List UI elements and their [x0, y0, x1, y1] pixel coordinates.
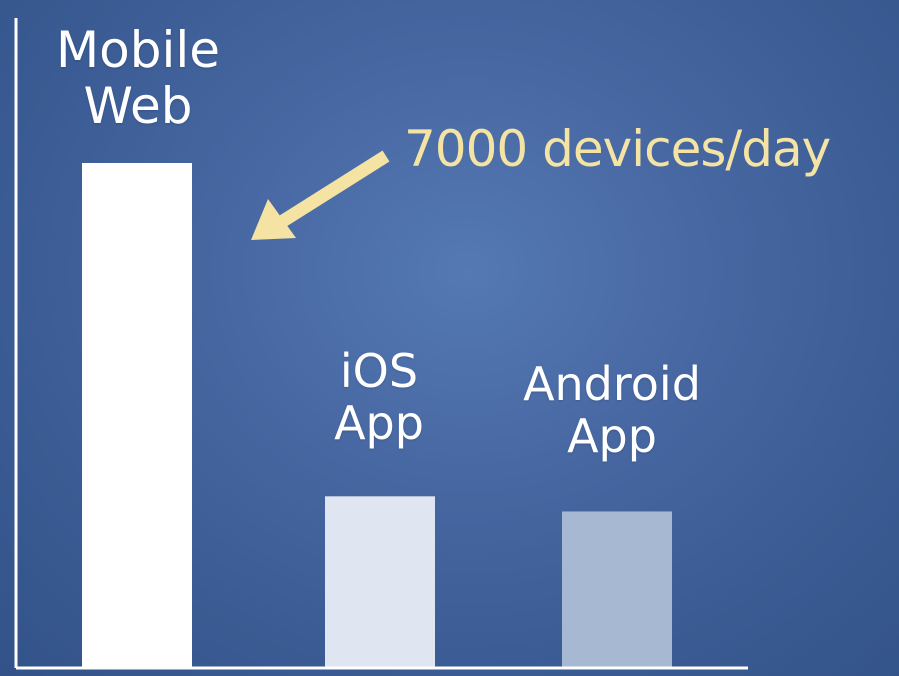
bar-label-line: Android [523, 357, 701, 411]
bar-label-line: iOS [339, 344, 419, 398]
bar-label-line: App [334, 395, 424, 450]
bar-ios-app [325, 496, 435, 668]
annotation-arrow [251, 150, 390, 240]
bar-label-android-app: Android App [486, 357, 738, 463]
annotation-label: 7000 devices/day [404, 120, 831, 178]
bar-mobile-web [82, 163, 192, 668]
bar-label-mobile-web: Mobile Web [34, 22, 242, 134]
bar-label-line: App [567, 408, 657, 463]
bar-label-line: Web [83, 77, 193, 135]
bar-label-ios-app: iOS App [298, 344, 460, 450]
chart-slide: Mobile Web iOS App Android App 7000 devi… [0, 0, 899, 676]
bar-android-app [562, 511, 672, 668]
bar-label-line: Mobile [55, 21, 220, 79]
